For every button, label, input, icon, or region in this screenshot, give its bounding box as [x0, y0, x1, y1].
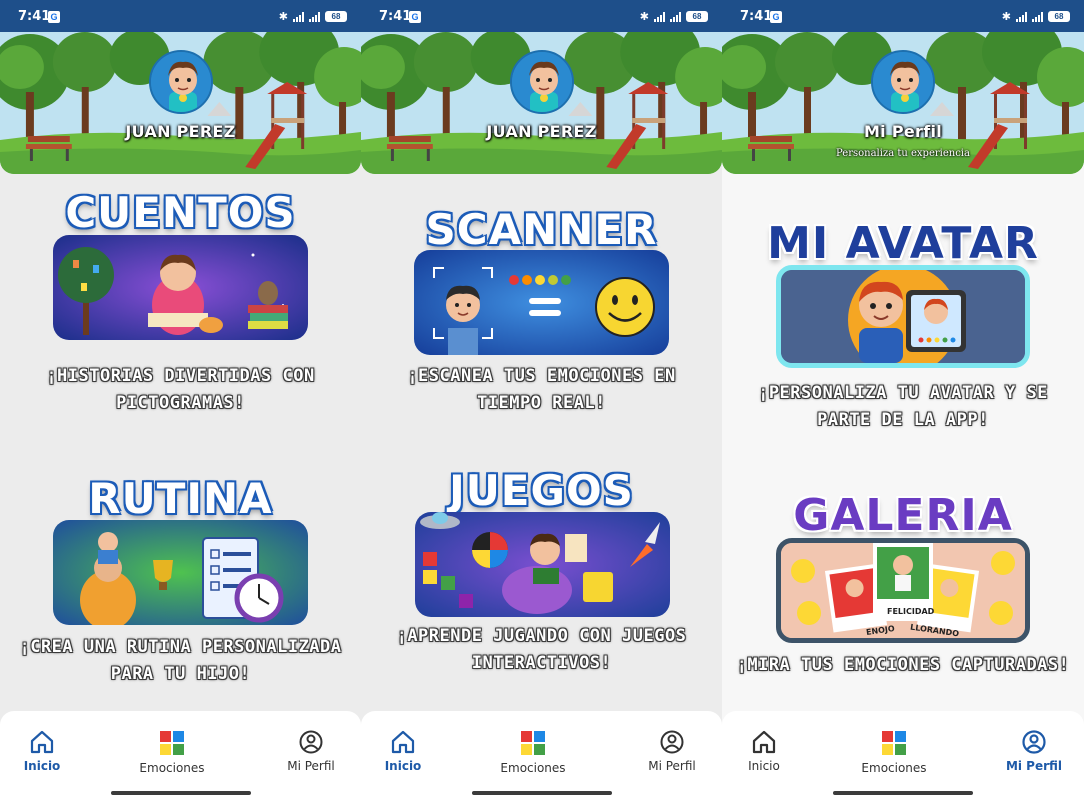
screen-profile: 7:41 G ✱ 68 Mi Perfil Personaliza tu exp…	[722, 0, 1084, 803]
avatar[interactable]	[148, 50, 213, 114]
status-bar: 7:41 G ✱ 68	[0, 0, 361, 32]
cuentos-card-image[interactable]	[53, 235, 308, 340]
google-icon: G	[409, 11, 421, 23]
signal-icon	[1032, 11, 1043, 22]
nav-profile[interactable]: Mi Perfil	[266, 729, 356, 773]
nav-home-label: Inicio	[23, 759, 61, 773]
home-icon	[752, 730, 776, 754]
card-description-galeria: ¡MIRA TUS EMOCIONES CAPTURADAS!	[736, 655, 1070, 675]
profile-header: JUAN PEREZ	[0, 32, 361, 174]
bluetooth-icon: ✱	[1001, 11, 1011, 23]
bluetooth-icon: ✱	[639, 11, 649, 23]
status-bar: 7:41 G ✱ 68	[722, 0, 1084, 32]
puzzle-icon	[882, 731, 906, 755]
avatar-card-image[interactable]	[776, 265, 1030, 368]
page-title: Mi Perfil	[863, 122, 943, 141]
signal-icon	[670, 11, 681, 22]
nav-profile[interactable]: Mi Perfil	[627, 729, 717, 773]
card-description-mi-avatar: ¡PERSONALIZA TU AVATAR Y SE PARTE DE LA …	[758, 383, 1048, 430]
nav-profile-label: Mi Perfil	[1005, 759, 1063, 773]
battery-icon: 68	[325, 11, 347, 22]
status-time: 7:41	[740, 9, 773, 24]
signal-icon	[309, 11, 320, 22]
profile-header: Mi Perfil Personaliza tu experiencia	[722, 32, 1084, 174]
juegos-card-image[interactable]	[415, 512, 670, 617]
nav-home[interactable]: Inicio	[722, 729, 809, 773]
bluetooth-icon: ✱	[278, 11, 288, 23]
nav-emotions-label: Emociones	[139, 761, 205, 775]
status-bar: 7:41 G ✱ 68	[361, 0, 722, 32]
avatar[interactable]	[871, 50, 935, 114]
nav-home[interactable]: Inicio	[361, 729, 448, 773]
avatar[interactable]	[509, 50, 574, 114]
google-icon: G	[770, 11, 782, 23]
nav-home-label: Inicio	[748, 759, 780, 773]
bottom-nav: Inicio Emociones Mi Perfil	[361, 711, 722, 803]
card-description-juegos: ¡APRENDE JUGANDO CON JUEGOS INTERACTIVOS…	[396, 626, 687, 673]
nav-emotions[interactable]: Emociones	[849, 729, 939, 775]
user-name: JUAN PEREZ	[125, 122, 236, 141]
puzzle-icon	[521, 731, 545, 755]
card-description-rutina: ¡CREA UNA RUTINA PERSONALIZADA PARA TU H…	[19, 637, 342, 684]
battery-icon: 68	[686, 11, 708, 22]
status-time: 7:41	[18, 9, 51, 24]
nav-home[interactable]: Inicio	[0, 729, 87, 773]
card-title-galeria: GALERIA	[793, 490, 1013, 541]
google-icon: G	[48, 11, 60, 23]
status-time: 7:41	[379, 9, 412, 24]
bottom-nav: Inicio Emociones Mi Perfil	[0, 711, 361, 803]
bottom-nav: Inicio Emociones Mi Perfil	[722, 711, 1084, 803]
profile-icon	[660, 730, 684, 754]
puzzle-icon	[160, 731, 184, 755]
card-description-cuentos: ¡HISTORIAS DIVERTIDAS CON PICTOGRAMAS!	[46, 366, 315, 413]
gesture-bar	[833, 791, 973, 795]
screen-home-1: 7:41 G ✱ 68 JUAN PEREZ CUENTOS ¡HISTORIA…	[0, 0, 361, 803]
galeria-card-image[interactable]: FELICIDAD ENOJO LLORANDO	[776, 538, 1030, 643]
signal-icon	[1016, 11, 1027, 22]
home-icon	[391, 730, 415, 754]
nav-profile[interactable]: Mi Perfil	[989, 729, 1079, 773]
screen-home-2: 7:41 G ✱ 68 JUAN PEREZ SCANNER ¡ESCANEA …	[361, 0, 722, 803]
profile-icon	[299, 730, 323, 754]
nav-emotions[interactable]: Emociones	[127, 729, 217, 775]
signal-icon	[293, 11, 304, 22]
rutina-card-image[interactable]	[53, 520, 308, 625]
profile-icon	[1022, 730, 1046, 754]
nav-profile-label: Mi Perfil	[648, 759, 696, 773]
page-subtitle: Personaliza tu experiencia	[836, 148, 970, 159]
user-name: JUAN PEREZ	[486, 122, 597, 141]
card-title-mi-avatar: MI AVATAR	[767, 218, 1039, 269]
nav-emotions-label: Emociones	[861, 761, 927, 775]
card-title-juegos: JUEGOS	[449, 466, 634, 515]
gesture-bar	[471, 791, 612, 795]
signal-icon	[654, 11, 665, 22]
card-description-scanner: ¡ESCANEA TUS EMOCIONES EN TIEMPO REAL!	[407, 366, 676, 413]
nav-profile-label: Mi Perfil	[287, 759, 335, 773]
card-title-scanner: SCANNER	[425, 205, 658, 254]
nav-emotions-label: Emociones	[500, 761, 566, 775]
nav-emotions[interactable]: Emociones	[488, 729, 578, 775]
card-title-cuentos: CUENTOS	[65, 188, 296, 237]
nav-home-label: Inicio	[384, 759, 422, 773]
photo-label-felicidad: FELICIDAD	[887, 607, 935, 616]
gesture-bar	[110, 791, 251, 795]
profile-header: JUAN PEREZ	[361, 32, 722, 174]
card-title-rutina: RUTINA	[88, 474, 273, 523]
home-icon	[30, 730, 54, 754]
battery-icon: 68	[1048, 11, 1070, 22]
scanner-card-image[interactable]	[414, 250, 669, 355]
